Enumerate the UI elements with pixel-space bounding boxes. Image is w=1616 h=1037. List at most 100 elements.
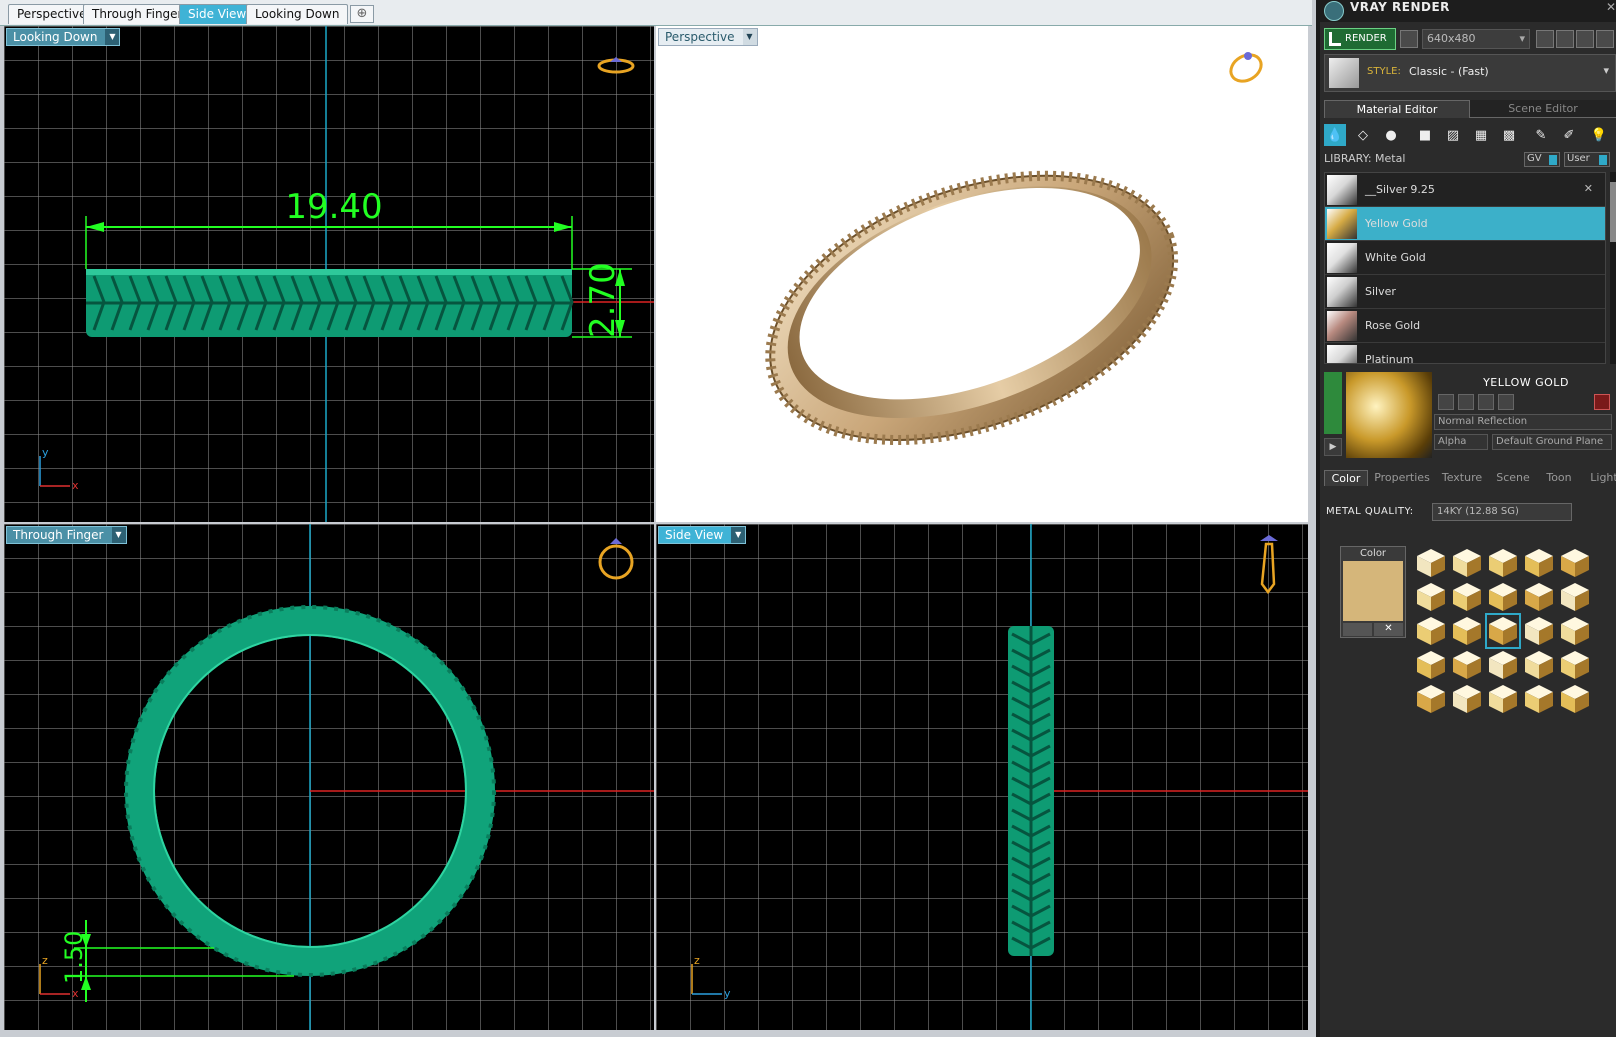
view-cube-ring-icon[interactable] xyxy=(1226,50,1266,87)
material-list-item[interactable]: White Gold xyxy=(1325,241,1605,275)
tab-toon[interactable]: Toon xyxy=(1538,470,1580,486)
viewport-label-side-view[interactable]: Side View ▼ xyxy=(658,526,747,544)
material-name-label: White Gold xyxy=(1365,251,1426,264)
export-icon[interactable] xyxy=(1478,394,1494,410)
tab-looking-down[interactable]: Looking Down xyxy=(246,4,349,24)
metal-preset-swatch[interactable] xyxy=(1450,614,1484,648)
metal-preset-swatch[interactable] xyxy=(1558,546,1592,580)
metal-preset-swatch[interactable] xyxy=(1414,580,1448,614)
material-list-item[interactable]: Yellow Gold xyxy=(1325,207,1605,241)
metal-preset-swatch[interactable] xyxy=(1486,546,1520,580)
metal-preset-swatch[interactable] xyxy=(1414,682,1448,716)
add-tab-button[interactable]: ⊕ xyxy=(350,5,374,23)
chevron-down-icon[interactable]: ▼ xyxy=(742,29,757,45)
gv-toggle[interactable]: GV xyxy=(1524,152,1560,167)
viewport-looking-down[interactable]: 19.40 2.70 y x Looking Down ▼ xyxy=(4,26,654,522)
remove-icon[interactable]: ✕ xyxy=(1584,182,1593,195)
tab-side-view[interactable]: Side View xyxy=(179,4,256,24)
chevron-down-icon[interactable]: ▼ xyxy=(105,29,120,45)
layout-icon[interactable] xyxy=(1556,30,1574,48)
material-swatch xyxy=(1327,345,1357,363)
square-icon[interactable]: ■ xyxy=(1414,124,1436,146)
list-icon[interactable] xyxy=(1576,30,1594,48)
reset-icon[interactable] xyxy=(1594,394,1610,410)
tab-light[interactable]: Light xyxy=(1582,470,1616,486)
light-bulb-icon[interactable]: 💡 xyxy=(1588,124,1610,146)
view-cube-ring-icon[interactable] xyxy=(1260,535,1278,595)
tab-through-finger[interactable]: Through Finger xyxy=(83,4,192,24)
viewport-side-view[interactable]: z y Side View ▼ xyxy=(656,524,1308,1030)
metal-preset-swatch[interactable] xyxy=(1414,648,1448,682)
material-list-item[interactable]: __Silver 9.25 ✕ xyxy=(1325,173,1605,207)
reflection-select[interactable]: Normal Reflection xyxy=(1434,414,1612,430)
collapse-left-button[interactable] xyxy=(1324,372,1342,434)
clear-color-icon[interactable]: ✕ xyxy=(1374,623,1403,636)
chevron-down-icon[interactable]: ▼ xyxy=(731,527,746,543)
metal-preset-swatch[interactable] xyxy=(1450,546,1484,580)
tab-texture[interactable]: Texture xyxy=(1436,470,1488,486)
chevron-down-icon[interactable]: ▼ xyxy=(111,527,126,543)
gem-icon[interactable]: ◇ xyxy=(1352,124,1374,146)
metal-preset-swatch[interactable] xyxy=(1450,682,1484,716)
color-swatch[interactable] xyxy=(1343,561,1403,621)
metal-preset-swatch[interactable] xyxy=(1486,682,1520,716)
view-cube-ring-icon[interactable] xyxy=(598,538,634,580)
tab-scene-editor[interactable]: Scene Editor xyxy=(1470,100,1616,118)
style-selector[interactable]: STYLE: Classic - (Fast) ▾ xyxy=(1324,54,1616,92)
paint-icon[interactable]: ✎ xyxy=(1530,124,1552,146)
copy-icon[interactable] xyxy=(1458,394,1474,410)
metal-preset-swatch[interactable] xyxy=(1558,682,1592,716)
axis-y-label: y xyxy=(42,446,49,459)
height-dimension: 2.70 xyxy=(572,262,632,338)
material-list-item[interactable]: Silver xyxy=(1325,275,1605,309)
metal-drop-icon[interactable]: 💧 xyxy=(1324,124,1346,146)
tab-color[interactable]: Color xyxy=(1324,470,1368,486)
metal-preset-swatch[interactable] xyxy=(1522,614,1556,648)
render-settings-icon[interactable] xyxy=(1400,30,1418,48)
color-wheel-icon[interactable] xyxy=(1343,623,1372,636)
grid-icon[interactable] xyxy=(1596,30,1614,48)
viewport-label-through-finger[interactable]: Through Finger ▼ xyxy=(6,526,127,544)
brush-icon[interactable]: ✐ xyxy=(1558,124,1580,146)
metal-preset-swatch[interactable] xyxy=(1522,682,1556,716)
tab-properties[interactable]: Properties xyxy=(1370,470,1434,486)
viewport-label-perspective[interactable]: Perspective ▼ xyxy=(658,28,758,46)
material-list-scrollbar[interactable] xyxy=(1610,172,1616,364)
metal-preset-swatch[interactable] xyxy=(1450,580,1484,614)
sphere-icon[interactable]: ● xyxy=(1380,124,1402,146)
resolution-select[interactable]: 640x480 xyxy=(1422,29,1530,49)
metal-preset-swatch[interactable] xyxy=(1522,648,1556,682)
material-list-item[interactable]: Rose Gold xyxy=(1325,309,1605,343)
metal-quality-select[interactable]: 14KY (12.88 SG) xyxy=(1432,503,1572,521)
metal-preset-swatch[interactable] xyxy=(1558,580,1592,614)
metal-preset-swatch[interactable] xyxy=(1485,613,1521,649)
viewport-perspective[interactable]: Perspective ▼ xyxy=(656,26,1308,522)
rewind-icon[interactable] xyxy=(1536,30,1554,48)
alpha-toggle[interactable]: Alpha xyxy=(1434,434,1488,450)
texture-icon[interactable]: ▦ xyxy=(1470,124,1492,146)
metal-preset-swatch[interactable] xyxy=(1558,648,1592,682)
viewport-through-finger[interactable]: 1.50 z x Through Finger ▼ xyxy=(4,524,654,1030)
metal-preset-swatch[interactable] xyxy=(1486,580,1520,614)
user-toggle[interactable]: User xyxy=(1564,152,1610,167)
close-icon[interactable]: ✕ xyxy=(1606,0,1616,14)
hatch-icon[interactable]: ▨ xyxy=(1442,124,1464,146)
save-icon[interactable] xyxy=(1438,394,1454,410)
ground-plane-select[interactable]: Default Ground Plane xyxy=(1492,434,1612,450)
tab-material-editor[interactable]: Material Editor xyxy=(1324,100,1470,118)
metal-preset-swatch[interactable] xyxy=(1522,580,1556,614)
metal-preset-swatch[interactable] xyxy=(1414,614,1448,648)
metal-preset-swatch[interactable] xyxy=(1486,648,1520,682)
viewport-label-looking-down[interactable]: Looking Down ▼ xyxy=(6,28,121,46)
metal-preset-swatch[interactable] xyxy=(1522,546,1556,580)
material-list-item[interactable]: Platinum xyxy=(1325,343,1605,363)
render-button[interactable]: RENDER xyxy=(1324,28,1396,50)
metal-preset-swatch[interactable] xyxy=(1414,546,1448,580)
tab-scene[interactable]: Scene xyxy=(1490,470,1536,486)
metal-preset-swatch[interactable] xyxy=(1450,648,1484,682)
import-icon[interactable] xyxy=(1498,394,1514,410)
play-icon[interactable]: ▶ xyxy=(1324,438,1342,456)
metal-preset-swatch[interactable] xyxy=(1558,614,1592,648)
pattern-icon[interactable]: ▩ xyxy=(1498,124,1520,146)
view-cube-ring-icon[interactable] xyxy=(597,57,635,74)
